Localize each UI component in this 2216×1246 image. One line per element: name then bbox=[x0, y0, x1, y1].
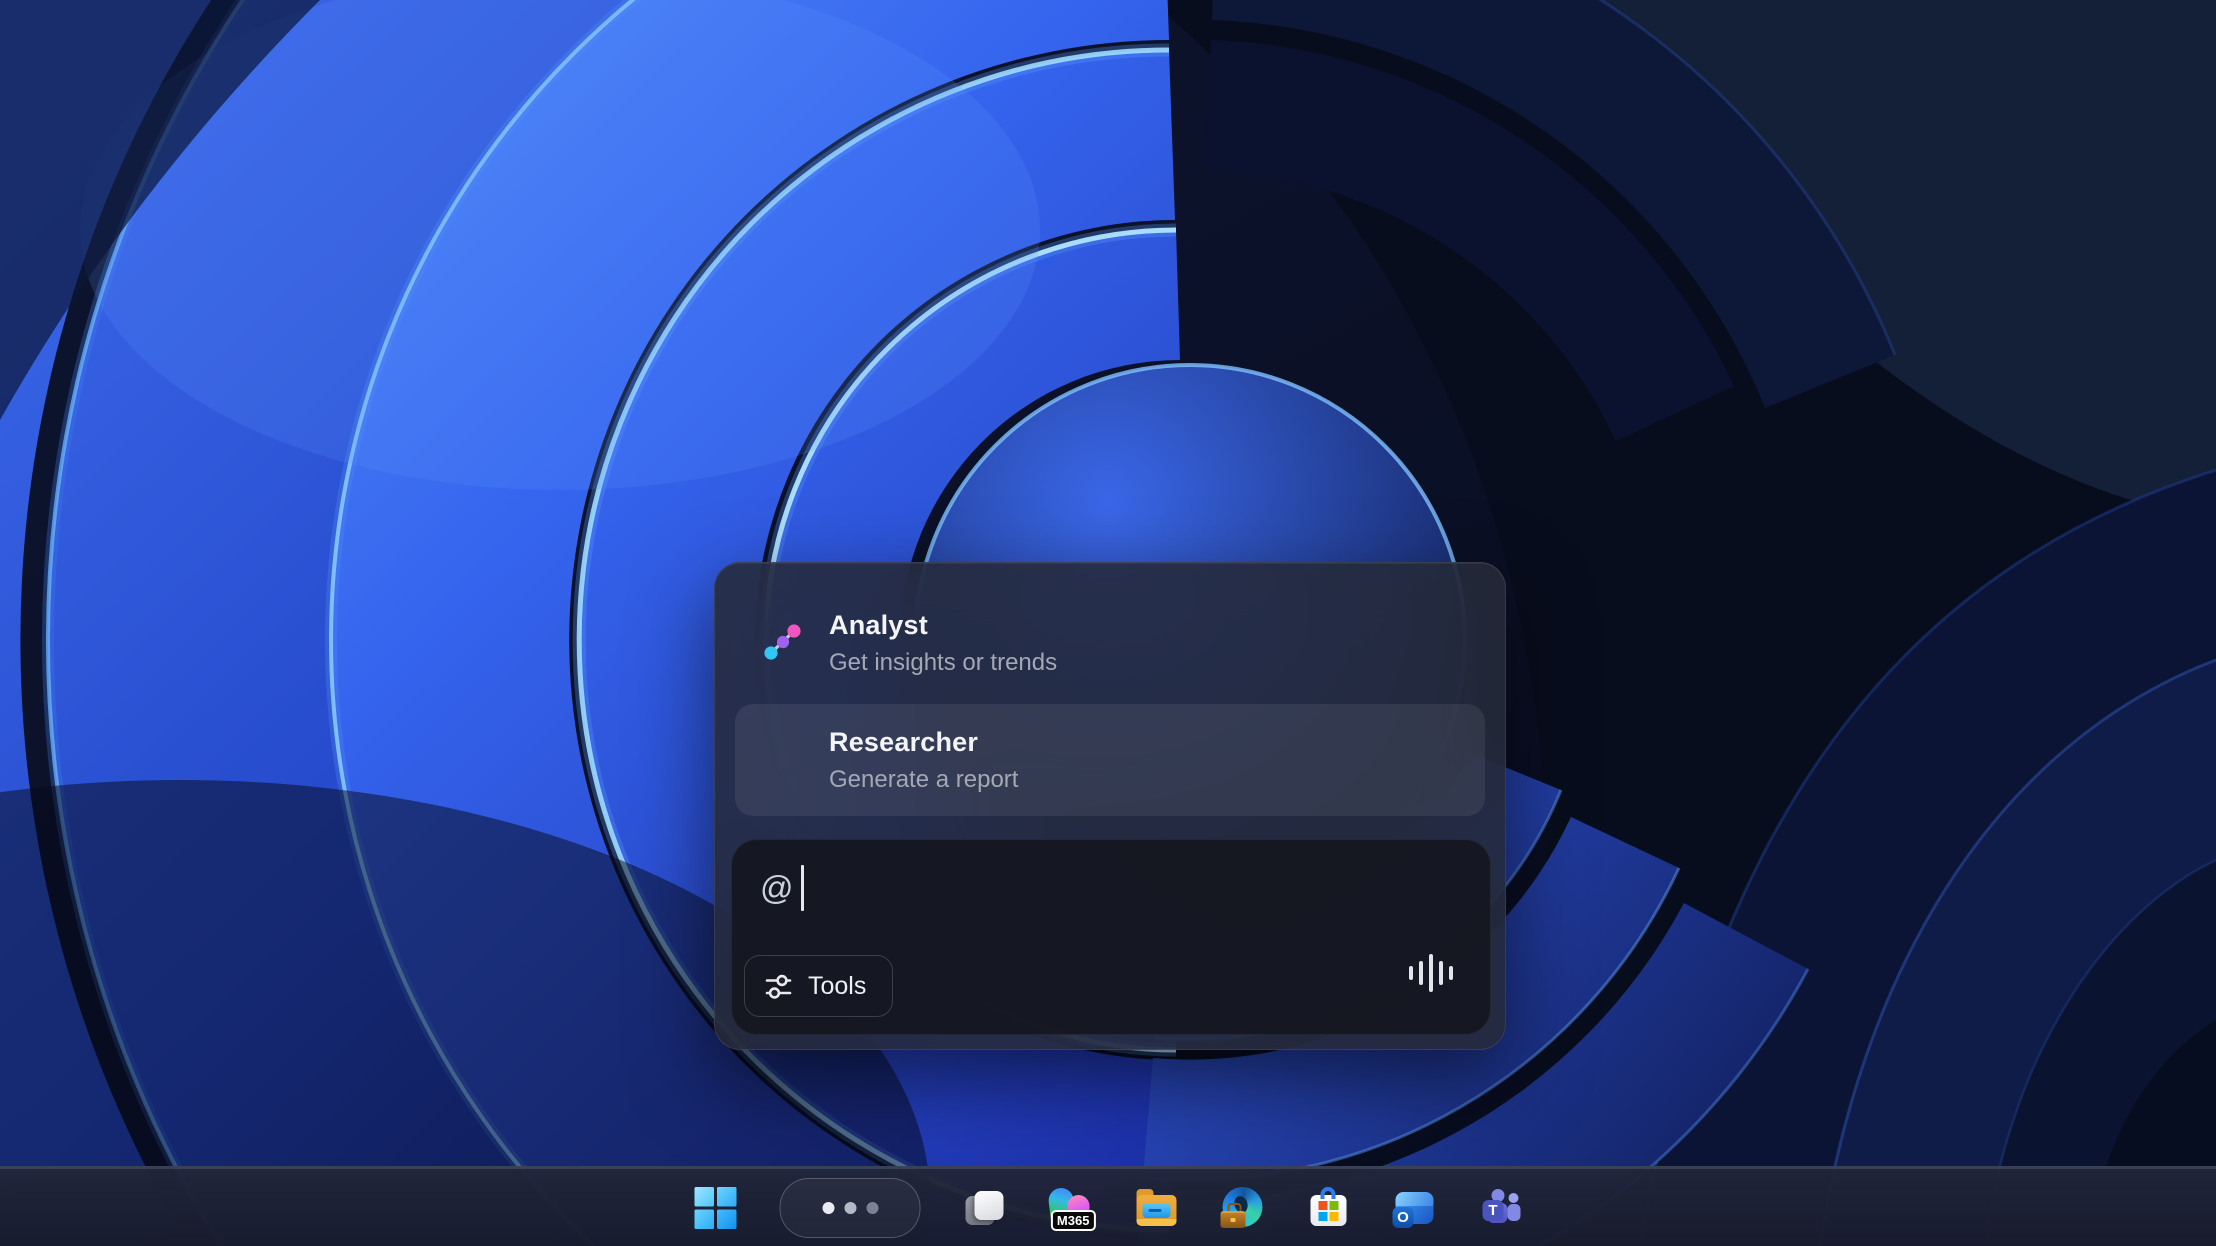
task-view-button[interactable] bbox=[963, 1186, 1007, 1230]
windows-start-icon bbox=[694, 1186, 738, 1230]
suggestion-researcher[interactable]: Researcher Generate a report bbox=[735, 704, 1485, 816]
search-pill[interactable] bbox=[780, 1178, 921, 1238]
microsoft-store-button[interactable] bbox=[1307, 1186, 1351, 1230]
copilot-suggestion-panel: Analyst Get insights or trends Researche… bbox=[714, 562, 1506, 1050]
suggestion-analyst[interactable]: Analyst Get insights or trends bbox=[735, 587, 1485, 699]
start-button[interactable] bbox=[694, 1186, 738, 1230]
typing-dot bbox=[822, 1202, 834, 1214]
analyst-icon bbox=[763, 623, 803, 663]
outlook-letter: O bbox=[1393, 1207, 1414, 1228]
typing-dot bbox=[866, 1202, 878, 1214]
tools-button[interactable]: Tools bbox=[744, 955, 893, 1017]
typing-dot bbox=[844, 1202, 856, 1214]
composer-input[interactable]: @ bbox=[760, 864, 804, 912]
suggestion-title: Researcher bbox=[829, 727, 1018, 757]
taskbar-items: M365 bbox=[694, 1169, 1523, 1246]
teams-button[interactable]: T bbox=[1479, 1186, 1523, 1230]
composer-text: @ bbox=[760, 864, 794, 912]
taskbar: M365 bbox=[0, 1166, 2216, 1246]
suggestion-subtitle: Generate a report bbox=[829, 766, 1018, 794]
suggestion-subtitle: Get insights or trends bbox=[829, 649, 1057, 677]
teams-letter: T bbox=[1483, 1200, 1504, 1221]
sliders-icon bbox=[765, 973, 792, 1000]
m365-badge: M365 bbox=[1051, 1210, 1096, 1231]
edge-work-button[interactable] bbox=[1221, 1186, 1265, 1230]
file-explorer-button[interactable] bbox=[1135, 1186, 1179, 1230]
briefcase-badge-icon bbox=[1228, 1203, 1242, 1211]
text-caret bbox=[801, 865, 804, 911]
researcher-icon bbox=[763, 740, 803, 780]
outlook-button[interactable]: O bbox=[1393, 1186, 1437, 1230]
tools-label: Tools bbox=[808, 972, 866, 1001]
suggestion-title: Analyst bbox=[829, 610, 1057, 640]
desktop: Analyst Get insights or trends Researche… bbox=[0, 0, 2216, 1246]
m365-copilot-button[interactable]: M365 bbox=[1049, 1186, 1093, 1230]
voice-waveform-icon[interactable] bbox=[1409, 942, 1453, 1004]
copilot-composer[interactable]: @ Tools bbox=[731, 839, 1491, 1035]
